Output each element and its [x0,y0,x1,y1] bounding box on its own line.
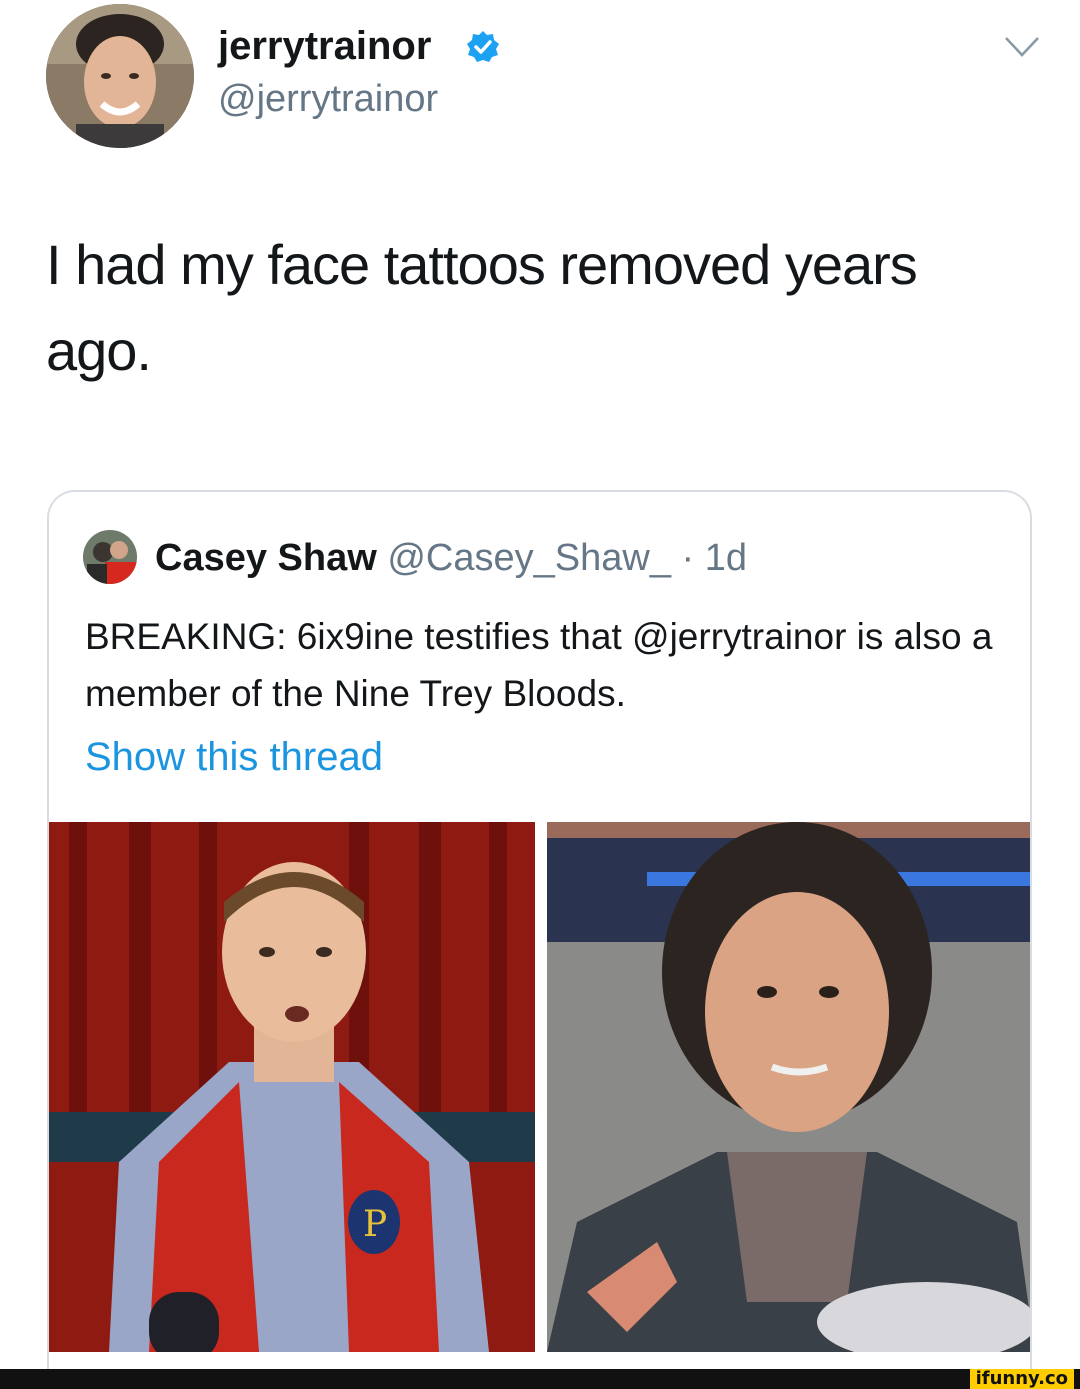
quoted-photo-left[interactable]: P [49,822,535,1352]
quoted-tweet-text: BREAKING: 6ix9ine testifies that @jerryt… [85,616,993,714]
quoted-author-handle[interactable]: @Casey_Shaw_ [387,537,671,579]
svg-text:P: P [363,1204,387,1245]
quoted-author-name[interactable]: Casey Shaw [155,537,377,579]
chevron-down-icon[interactable] [1004,36,1040,58]
footer-bar [0,1369,1080,1389]
author-handle[interactable]: @jerrytrainor [218,76,438,122]
quoted-tweet-time[interactable]: 1d [705,537,747,579]
author-display-name[interactable]: jerrytrainor [218,22,431,70]
quoted-photo-right[interactable] [547,822,1030,1352]
quoted-tweet-header: Casey Shaw @Casey_Shaw_ · 1d [155,536,747,580]
quoted-tweet-card[interactable]: Casey Shaw @Casey_Shaw_ · 1d BREAKING: 6… [47,490,1032,1370]
time-separator: · [681,537,695,579]
quoted-author-avatar [83,530,137,584]
verified-badge-icon [467,31,499,62]
tweet-text: I had my face tattoos removed years ago. [46,233,918,382]
show-thread-link[interactable]: Show this thread [85,732,383,782]
ifunny-watermark: ifunny.co [969,1369,1074,1389]
author-avatar[interactable] [46,4,194,148]
